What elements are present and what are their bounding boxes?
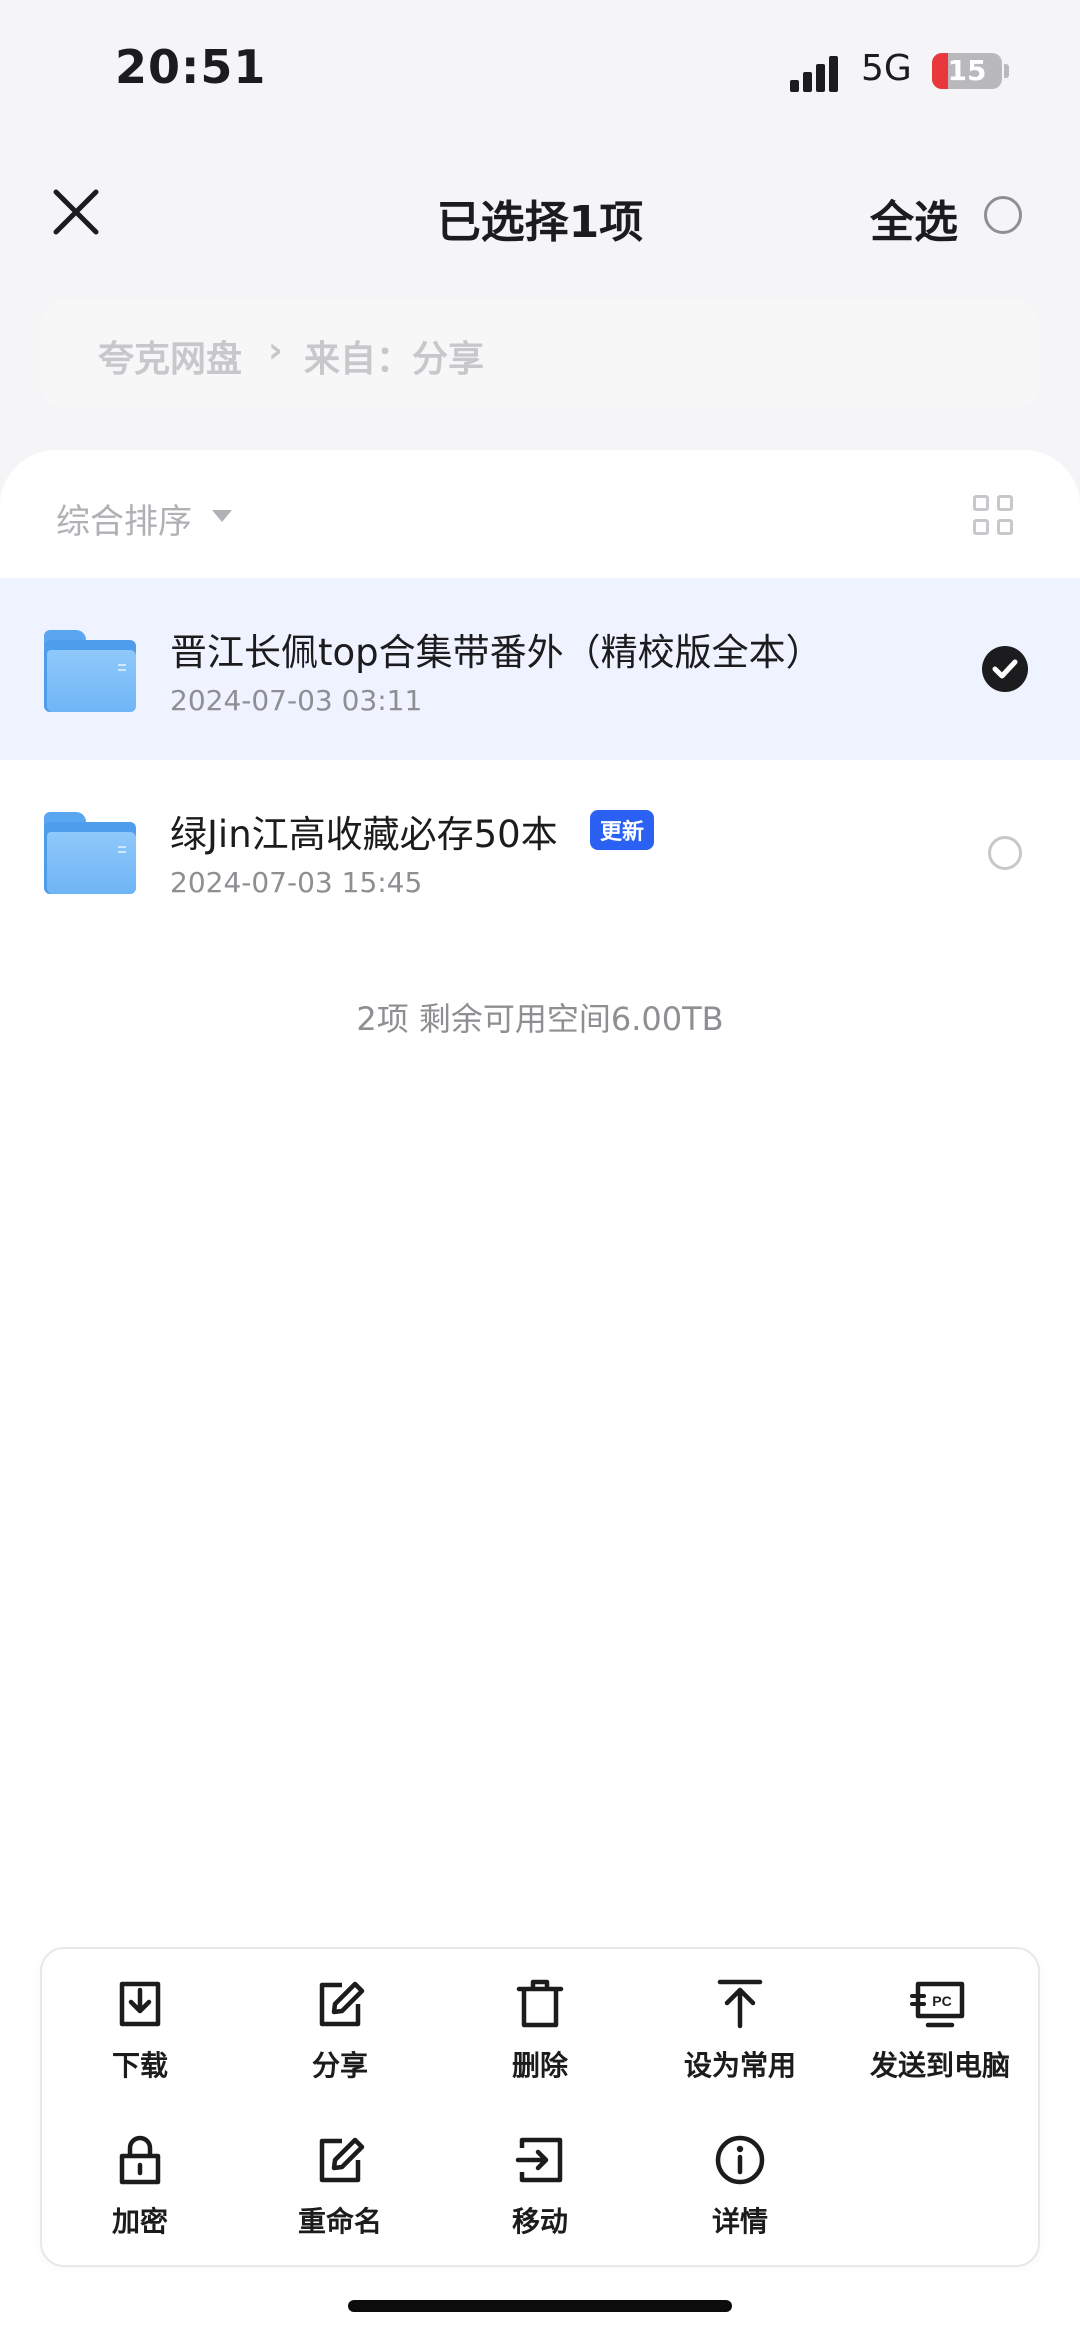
download-icon	[119, 1981, 161, 2027]
move-label: 移动	[511, 2205, 568, 2238]
signal-strength-icon	[790, 52, 848, 92]
file-date: 2024-07-03 03:11	[170, 684, 423, 717]
file-name: 晋江长佩top合集带番外（精校版全本）	[170, 631, 823, 674]
set-common-button[interactable]: 设为常用	[640, 1976, 840, 2084]
network-type: 5G	[861, 48, 912, 89]
encrypt-button[interactable]: 加密	[40, 2132, 240, 2240]
share-icon	[319, 1981, 365, 2027]
details-label: 详情	[711, 2205, 768, 2238]
edit-icon	[319, 2137, 365, 2183]
update-badge: 更新	[590, 810, 655, 850]
battery-tip	[1004, 64, 1009, 78]
home-indicator	[348, 2300, 732, 2312]
trash-icon	[516, 1979, 564, 2028]
delete-label: 删除	[511, 2049, 568, 2082]
pc-icon-text: PC	[932, 1993, 951, 2009]
rename-label: 重命名	[297, 2205, 382, 2238]
checkmark-icon	[992, 659, 1018, 679]
row-checkbox[interactable]	[988, 836, 1022, 870]
breadcrumb-separator-icon: ›	[268, 330, 283, 371]
breadcrumb-current: 来自：分享	[304, 339, 485, 380]
info-icon	[715, 2135, 765, 2185]
file-date: 2024-07-03 15:45	[170, 866, 423, 899]
storage-summary: 2项 剩余可用空间6.00TB	[356, 1000, 724, 1038]
folder-icon	[44, 812, 136, 894]
caret-down-icon[interactable]	[212, 510, 232, 522]
move-icon	[515, 2137, 563, 2183]
grid-view-icon[interactable]	[973, 495, 1015, 537]
send-to-pc-label: 发送到电脑	[869, 2049, 1010, 2082]
send-to-pc-icon: PC	[910, 1981, 965, 2028]
delete-button[interactable]: 删除	[440, 1976, 640, 2084]
select-all-button[interactable]: 全选	[870, 186, 958, 250]
move-button[interactable]: 移动	[440, 2132, 640, 2240]
rename-button[interactable]: 重命名	[240, 2132, 440, 2240]
send-to-pc-button[interactable]: PC 发送到电脑	[840, 1976, 1040, 2084]
battery-icon: 15	[932, 53, 1002, 89]
row-checkbox[interactable]	[982, 646, 1028, 692]
battery-level: 15	[947, 54, 987, 87]
breadcrumb-root[interactable]: 夸克网盘	[98, 330, 242, 382]
set-common-label: 设为常用	[683, 2049, 796, 2082]
share-label: 分享	[311, 2049, 368, 2082]
share-button[interactable]: 分享	[240, 1976, 440, 2084]
status-time: 20:51	[115, 40, 267, 94]
lock-icon	[119, 2135, 161, 2185]
details-button[interactable]: 详情	[640, 2132, 840, 2240]
sort-dropdown[interactable]: 综合排序	[56, 494, 192, 543]
encrypt-label: 加密	[111, 2205, 168, 2238]
folder-icon	[44, 630, 136, 712]
download-button[interactable]: 下载	[40, 1976, 240, 2084]
download-label: 下载	[111, 2049, 168, 2082]
select-all-radio[interactable]	[984, 196, 1022, 234]
file-name: 绿Jin江高收藏必存50本	[170, 813, 558, 856]
pin-top-icon	[717, 1979, 763, 2029]
